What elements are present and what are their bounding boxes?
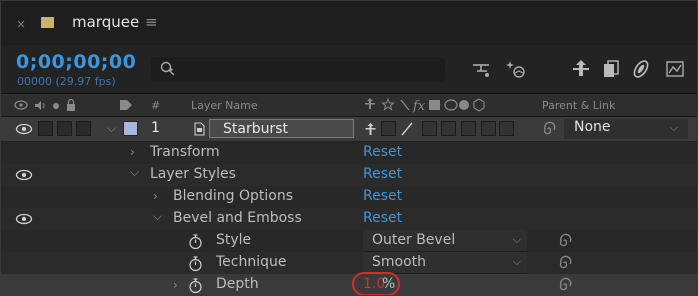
layer-name-text: Starburst: [223, 121, 289, 137]
quality-switch-icon[interactable]: [399, 121, 415, 137]
technique-value: Smooth: [372, 254, 427, 270]
property-label: Technique: [216, 254, 287, 270]
style-value: Outer Bevel: [372, 232, 456, 248]
callout-highlight-ring: [352, 272, 400, 295]
label-header-icon: [120, 100, 132, 110]
style-visibility-icon[interactable]: [15, 169, 33, 181]
pick-whip-icon[interactable]: [557, 277, 573, 293]
chevron-down-icon: ⌵: [512, 255, 521, 268]
property-row-technique[interactable]: Technique Smooth ⌵: [1, 252, 697, 274]
adjustment-switch[interactable]: [481, 121, 496, 136]
search-icon: [160, 61, 175, 76]
collapse-chevron-icon[interactable]: ⌵: [107, 121, 116, 136]
3d-layer-switch[interactable]: [499, 121, 514, 136]
property-row-blending-options[interactable]: › Blending Options Reset: [1, 186, 697, 208]
pick-whip-icon[interactable]: [557, 255, 573, 271]
timeline-toolbar: 0;00;00;00 00000 (29.97 fps): [1, 45, 697, 93]
style-dropdown[interactable]: Outer Bevel ⌵: [363, 230, 527, 252]
current-time-display[interactable]: 0;00;00;00: [16, 51, 136, 73]
expand-chevron-icon[interactable]: ›: [153, 189, 158, 203]
frame-blending-icon[interactable]: [599, 57, 623, 81]
layer-row[interactable]: ⌵ 1 Starburst None ⌵: [1, 117, 697, 141]
solo-toggle[interactable]: [57, 121, 72, 136]
chevron-down-icon: ⌵: [512, 233, 521, 246]
graph-editor-icon[interactable]: [663, 57, 687, 81]
comp-mini-flowchart-icon[interactable]: [469, 57, 493, 81]
layer-type-icon: [194, 122, 205, 136]
reset-button[interactable]: Reset: [363, 188, 402, 204]
property-row-layer-styles[interactable]: ⌵ Layer Styles Reset: [1, 164, 697, 186]
panel-tab-bar: × marquee ≡: [1, 1, 697, 45]
property-label: Layer Styles: [150, 166, 236, 182]
layer-name-header[interactable]: Layer Name: [191, 99, 258, 112]
shy-switch-icon[interactable]: [363, 122, 378, 136]
lock-header-icon: [67, 98, 75, 111]
panel-menu-icon[interactable]: ≡: [145, 13, 158, 31]
property-label: Blending Options: [173, 188, 293, 204]
layer-number-header: #: [151, 99, 161, 112]
stopwatch-icon[interactable]: [187, 277, 204, 294]
pick-whip-icon[interactable]: [557, 233, 573, 249]
collapse-chevron-icon[interactable]: ⌵: [153, 209, 162, 224]
parent-link-header[interactable]: Parent & Link: [542, 99, 615, 112]
pick-whip-icon[interactable]: [541, 121, 557, 137]
collapse-chevron-icon[interactable]: ⌵: [130, 165, 139, 180]
expand-chevron-icon[interactable]: ›: [173, 278, 178, 292]
chevron-down-icon: ⌵: [669, 121, 678, 134]
timeline-panel: × marquee ≡ 0;00;00;00 00000 (29.97 fps): [0, 0, 698, 296]
composition-tab[interactable]: marquee: [72, 13, 139, 31]
lock-toggle[interactable]: [76, 121, 91, 136]
property-row-bevel-emboss[interactable]: ⌵ Bevel and Emboss Reset: [1, 208, 697, 230]
property-label: Depth: [216, 276, 259, 292]
style-visibility-icon[interactable]: [15, 213, 33, 225]
svg-text:fx: fx: [412, 99, 426, 113]
motion-blur-icon[interactable]: [629, 57, 653, 81]
draft-3d-icon[interactable]: [504, 57, 528, 81]
search-field[interactable]: [151, 57, 445, 82]
property-row-depth[interactable]: › Depth 1.0 %: [1, 274, 697, 295]
layer-number: 1: [151, 120, 160, 136]
collapse-switch[interactable]: [381, 121, 396, 136]
reset-button[interactable]: Reset: [363, 210, 402, 226]
motion-blur-switch[interactable]: [461, 121, 476, 136]
property-label: Transform: [150, 144, 220, 160]
layer-switches-header-icons: fx: [365, 97, 485, 113]
parent-value: None: [574, 119, 611, 135]
shy-layers-icon[interactable]: [569, 57, 593, 81]
audio-header-icon: [35, 101, 45, 110]
column-header: # Layer Name fx Parent & Link: [1, 93, 697, 117]
audio-toggle[interactable]: [38, 121, 53, 136]
expand-chevron-icon[interactable]: ›: [130, 145, 135, 159]
technique-dropdown[interactable]: Smooth ⌵: [363, 252, 527, 274]
close-tab-icon[interactable]: ×: [16, 17, 26, 31]
frame-count: 00000 (29.97 fps): [17, 75, 116, 88]
label-color-swatch: [41, 17, 54, 28]
layer-label-color[interactable]: [123, 121, 138, 136]
stopwatch-icon[interactable]: [187, 233, 204, 250]
property-row-style[interactable]: Style Outer Bevel ⌵: [1, 230, 697, 252]
property-label: Style: [216, 232, 252, 248]
reset-button[interactable]: Reset: [363, 166, 402, 182]
video-switch-header-icon: [14, 100, 28, 110]
frame-blend-switch[interactable]: [441, 121, 456, 136]
layer-name-field[interactable]: Starburst: [209, 119, 354, 138]
solo-header-icon: [53, 103, 59, 109]
reset-button[interactable]: Reset: [363, 144, 402, 160]
property-row-transform[interactable]: › Transform Reset: [1, 142, 697, 164]
parent-dropdown[interactable]: None ⌵: [564, 119, 688, 139]
effect-switch[interactable]: [422, 121, 437, 136]
property-label: Bevel and Emboss: [173, 210, 302, 226]
stopwatch-icon[interactable]: [187, 255, 204, 272]
video-visibility-icon[interactable]: [15, 123, 33, 135]
